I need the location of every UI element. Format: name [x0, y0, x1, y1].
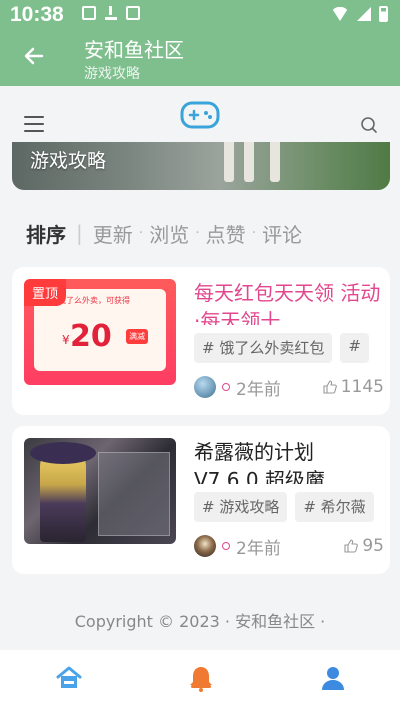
- sort-divider: |: [76, 221, 83, 245]
- post-title[interactable]: 希露薇的计划 V7.6.0 超级魔: [194, 438, 384, 484]
- search-icon[interactable]: [360, 116, 378, 134]
- status-notification-icons: [82, 6, 140, 20]
- post-meta: 2年前 95: [194, 534, 384, 559]
- page-title: 安和鱼社区: [84, 38, 184, 62]
- signal-icon: [357, 7, 371, 21]
- status-bar: 10:38: [0, 0, 400, 30]
- time-icon: [222, 383, 230, 391]
- post-card[interactable]: 饿了么外卖，可获得 ¥ 20 满减 置顶 每天红包天天领 活动·每天领十 # 饿…: [12, 267, 390, 415]
- sort-dot: ·: [138, 225, 144, 241]
- thumbs-up-icon: [323, 380, 337, 394]
- home-icon[interactable]: [55, 664, 83, 692]
- post-likes: 95: [344, 536, 384, 556]
- avatar[interactable]: [194, 535, 216, 557]
- copyright-text: Copyright © 2023 · 安和鱼社区 ·: [74, 612, 326, 631]
- user-icon[interactable]: [319, 664, 347, 692]
- post-time: 2年前: [236, 538, 281, 559]
- post-likes: 1145: [323, 377, 384, 397]
- like-count: 1145: [340, 377, 384, 397]
- post-thumbnail[interactable]: 饿了么外卖，可获得 ¥ 20 满减 置顶: [24, 279, 176, 385]
- category-banner: 游戏攻略: [12, 142, 390, 190]
- post-title[interactable]: 每天红包天天领 活动·每天领十: [194, 279, 384, 325]
- post-tag[interactable]: # 希尔薇: [295, 492, 374, 522]
- gamepad-logo-icon[interactable]: [180, 100, 220, 130]
- banner-decoration: [270, 142, 280, 182]
- wifi-icon: [331, 7, 349, 21]
- status-time: 10:38: [10, 3, 64, 26]
- coupon-chip: 满减: [126, 329, 148, 344]
- post-tag[interactable]: #: [340, 333, 369, 363]
- banner-decoration: [244, 142, 254, 182]
- page-subtitle: 游戏攻略: [84, 66, 140, 82]
- sort-tab-comments[interactable]: 评论: [262, 219, 302, 248]
- sort-tab-views[interactable]: 浏览: [149, 219, 189, 248]
- thumbs-up-icon: [344, 539, 359, 553]
- post-tag[interactable]: # 游戏攻略: [194, 492, 288, 522]
- post-tags: # 游戏攻略 # 希尔薇: [194, 492, 390, 522]
- sort-dot: ·: [195, 225, 200, 241]
- battery-icon: [379, 6, 388, 22]
- sort-dot: ·: [251, 225, 257, 241]
- avatar[interactable]: [194, 376, 216, 398]
- sort-tab-default[interactable]: 排序: [26, 219, 66, 248]
- post-time: 2年前: [236, 379, 281, 400]
- like-count: 95: [362, 536, 384, 556]
- post-thumbnail[interactable]: [24, 438, 176, 544]
- banner-decoration: [224, 142, 234, 182]
- app-header: 10:38 安和鱼社区 游戏攻略: [0, 0, 400, 86]
- sort-tab-updated[interactable]: 更新: [93, 219, 133, 248]
- status-system-icons: [331, 6, 388, 22]
- banner-title: 游戏攻略: [30, 150, 107, 172]
- post-meta: 2年前 1145: [194, 375, 384, 400]
- post-tag[interactable]: # 饿了么外卖红包: [194, 333, 333, 363]
- sort-tab-likes[interactable]: 点赞: [206, 219, 246, 248]
- game-ui-panel: [98, 452, 170, 536]
- image-notification-icon: [82, 6, 96, 20]
- coupon-currency: ¥: [62, 333, 70, 347]
- sort-bar: 排序 | 更新 · 浏览 · 点赞 · 评论: [26, 218, 302, 248]
- site-nav: [0, 86, 400, 142]
- post-card[interactable]: 希露薇的计划 V7.6.0 超级魔 # 游戏攻略 # 希尔薇 2年前 95: [12, 426, 390, 574]
- character-hat: [30, 442, 96, 464]
- bell-icon[interactable]: [187, 664, 215, 692]
- app-notification-icon: [126, 6, 140, 20]
- download-notification-icon: [104, 6, 118, 20]
- time-icon: [222, 542, 230, 550]
- coupon-amount: 20: [70, 319, 112, 354]
- bottom-tab-bar: [0, 650, 400, 705]
- menu-icon[interactable]: [24, 116, 44, 132]
- post-tags: # 饿了么外卖红包 #: [194, 333, 390, 363]
- pinned-badge: 置顶: [24, 279, 67, 306]
- back-arrow-icon[interactable]: [22, 44, 46, 68]
- coupon-caption: 饿了么外卖，可获得: [58, 296, 130, 305]
